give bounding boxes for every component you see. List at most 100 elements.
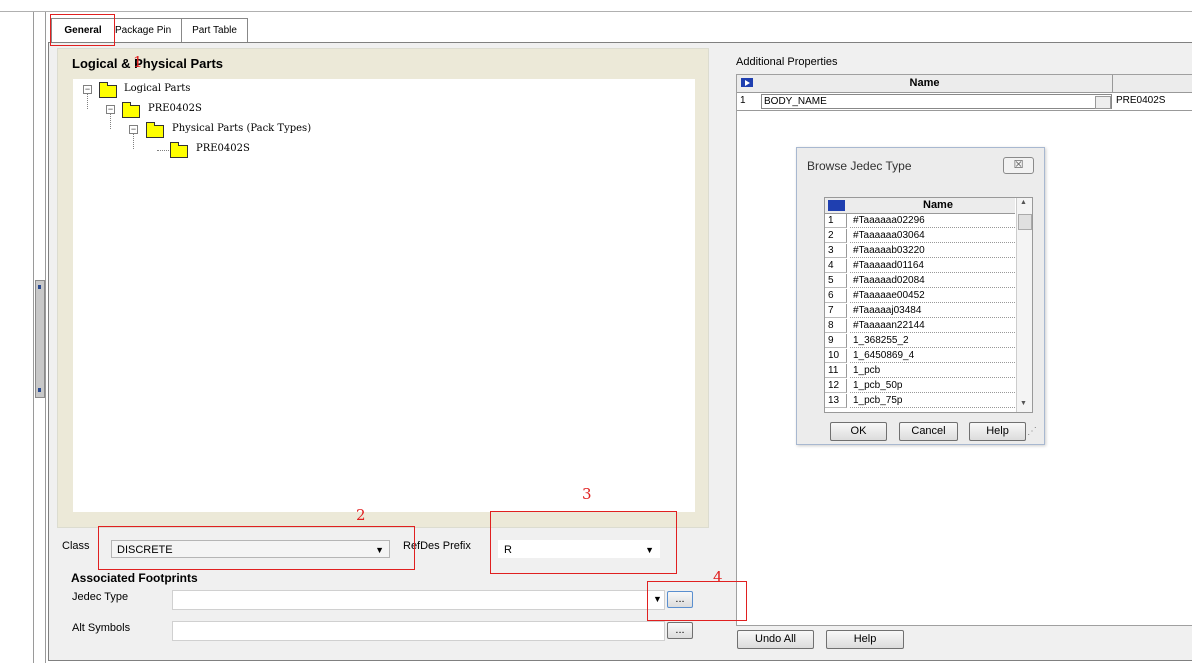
list-item-name: #Taaaaaj03484 <box>850 304 1015 318</box>
tree-node-logical-pre0402s[interactable]: PRE0402S <box>148 103 202 114</box>
help-button[interactable]: Help <box>826 630 904 649</box>
scroll-thumb[interactable] <box>1018 214 1032 230</box>
folder-icon <box>122 102 140 118</box>
parts-tree[interactable]: − Logical Parts − PRE0402S − Physical Pa… <box>73 79 695 512</box>
left-border-line <box>33 12 34 663</box>
list-item-number: 12 <box>825 379 847 393</box>
list-item-name: 1_pcb_50p <box>850 379 1015 393</box>
list-item-name: 1_pcb <box>850 364 1015 378</box>
collapse-icon[interactable]: − <box>129 125 138 134</box>
list-item[interactable]: 5 #Taaaaad02084 <box>825 274 1017 289</box>
list-item[interactable]: 11 1_pcb <box>825 364 1017 379</box>
list-item[interactable]: 2 #Taaaaaa03064 <box>825 229 1017 244</box>
list-item-number: 5 <box>825 274 847 288</box>
list-item-number: 3 <box>825 244 847 258</box>
row-selector-arrow-icon <box>741 78 753 87</box>
tree-node-physical-pre0402s[interactable]: PRE0402S <box>196 143 250 154</box>
list-header-name: Name <box>923 199 953 211</box>
list-item-number: 10 <box>825 349 847 363</box>
property-row-number: 1 <box>740 95 746 106</box>
list-item-number: 9 <box>825 334 847 348</box>
tree-connector <box>87 94 88 109</box>
list-item[interactable]: 10 1_6450869_4 <box>825 349 1017 364</box>
tab-package-pin-label: Package Pin <box>115 25 172 36</box>
list-item-name: #Taaaaan22144 <box>850 319 1015 333</box>
jedec-list[interactable]: Name 1 #Taaaaaa02296 2 #Taaaaaa03064 3 #Taaaa… <box>824 197 1033 413</box>
list-item[interactable]: 6 #Taaaaae00452 <box>825 289 1017 304</box>
collapse-icon[interactable]: − <box>106 105 115 114</box>
resize-grip-icon[interactable]: ⋰ <box>1027 426 1037 437</box>
list-item[interactable]: 7 #Taaaaaj03484 <box>825 304 1017 319</box>
scroll-up-icon[interactable]: ▲ <box>1020 199 1027 206</box>
tab-part-table-label: Part Table <box>192 25 237 36</box>
alt-symbols-field[interactable] <box>172 621 665 641</box>
annotation-number-1: 1 <box>133 53 143 71</box>
list-scrollbar[interactable]: ▲ ▼ <box>1016 198 1032 412</box>
splitter-grip-icon <box>38 285 41 289</box>
collapse-icon[interactable]: − <box>83 85 92 94</box>
list-item-name: #Taaaaaa02296 <box>850 214 1015 228</box>
grid-header-name: Name <box>737 75 1113 93</box>
tree-node-logical-parts[interactable]: Logical Parts <box>124 83 190 94</box>
jedec-type-field[interactable] <box>172 590 665 610</box>
list-item[interactable]: 13 1_pcb_75p <box>825 394 1017 409</box>
top-divider <box>0 11 1192 12</box>
list-item-name: #Taaaaaa03064 <box>850 229 1015 243</box>
annotation-box-2 <box>98 526 415 570</box>
left-border-line-2 <box>45 12 46 663</box>
list-item[interactable]: 4 #Taaaaad01164 <box>825 259 1017 274</box>
annotation-box-1 <box>50 14 115 46</box>
property-name-value: BODY_NAME <box>764 96 827 107</box>
tab-part-table[interactable]: Part Table <box>181 18 248 43</box>
list-item[interactable]: 8 #Taaaaan22144 <box>825 319 1017 334</box>
property-dropdown-icon[interactable] <box>1095 96 1111 109</box>
annotation-box-4 <box>647 581 747 621</box>
close-icon[interactable]: ☒ <box>1003 157 1034 174</box>
grid-header-name-label: Name <box>909 77 940 89</box>
tree-connector <box>157 150 171 151</box>
annotation-box-3 <box>490 511 677 574</box>
undo-all-button[interactable]: Undo All <box>737 630 814 649</box>
row-selector-arrow-icon <box>828 200 845 211</box>
list-header: Name <box>825 198 1015 214</box>
list-item-name: 1_368255_2 <box>850 334 1015 348</box>
list-item-name: 1_pcb_75p <box>850 394 1015 408</box>
pane-splitter-handle[interactable] <box>35 280 45 398</box>
list-item-number: 11 <box>825 364 847 378</box>
dialog-cancel-button[interactable]: Cancel <box>899 422 958 441</box>
class-label: Class <box>62 540 90 552</box>
splitter-grip-icon <box>38 388 41 392</box>
tab-package-pin[interactable]: Package Pin <box>114 18 182 43</box>
list-item-number: 8 <box>825 319 847 333</box>
tree-node-physical-parts[interactable]: Physical Parts (Pack Types) <box>172 123 311 134</box>
property-value-cell[interactable]: PRE0402S <box>1116 95 1165 106</box>
annotation-number-2: 2 <box>356 506 366 524</box>
scroll-down-icon[interactable]: ▼ <box>1020 400 1027 407</box>
dialog-ok-button[interactable]: OK <box>830 422 887 441</box>
folder-icon <box>170 142 188 158</box>
list-item-number: 4 <box>825 259 847 273</box>
logical-physical-title: Logical & Physical Parts <box>72 56 224 71</box>
additional-properties-title: Additional Properties <box>736 56 838 68</box>
list-item-name: #Taaaaae00452 <box>850 289 1015 303</box>
list-item[interactable]: 12 1_pcb_50p <box>825 379 1017 394</box>
list-item-name: #Taaaaab03220 <box>850 244 1015 258</box>
annotation-number-4: 4 <box>713 568 723 586</box>
list-item[interactable]: 9 1_368255_2 <box>825 334 1017 349</box>
annotation-number-3: 3 <box>582 485 592 503</box>
folder-icon <box>146 122 164 138</box>
folder-icon <box>99 82 117 98</box>
alt-symbols-browse-button[interactable]: ... <box>667 622 693 639</box>
dialog-title: Browse Jedec Type <box>807 159 912 173</box>
property-name-cell[interactable]: BODY_NAME <box>761 94 1112 109</box>
tree-connector <box>110 114 111 129</box>
list-item[interactable]: 3 #Taaaaab03220 <box>825 244 1017 259</box>
browse-jedec-type-dialog: Browse Jedec Type ☒ Name 1 #Taaaaaa02296 2… <box>796 147 1045 445</box>
list-item[interactable]: 1 #Taaaaaa02296 <box>825 214 1017 229</box>
list-item-number: 2 <box>825 229 847 243</box>
dialog-help-button[interactable]: Help <box>969 422 1026 441</box>
alt-symbols-label: Alt Symbols <box>72 622 131 634</box>
list-item-number: 6 <box>825 289 847 303</box>
list-item-name: #Taaaaad02084 <box>850 274 1015 288</box>
select-all-icon[interactable] <box>738 76 757 90</box>
